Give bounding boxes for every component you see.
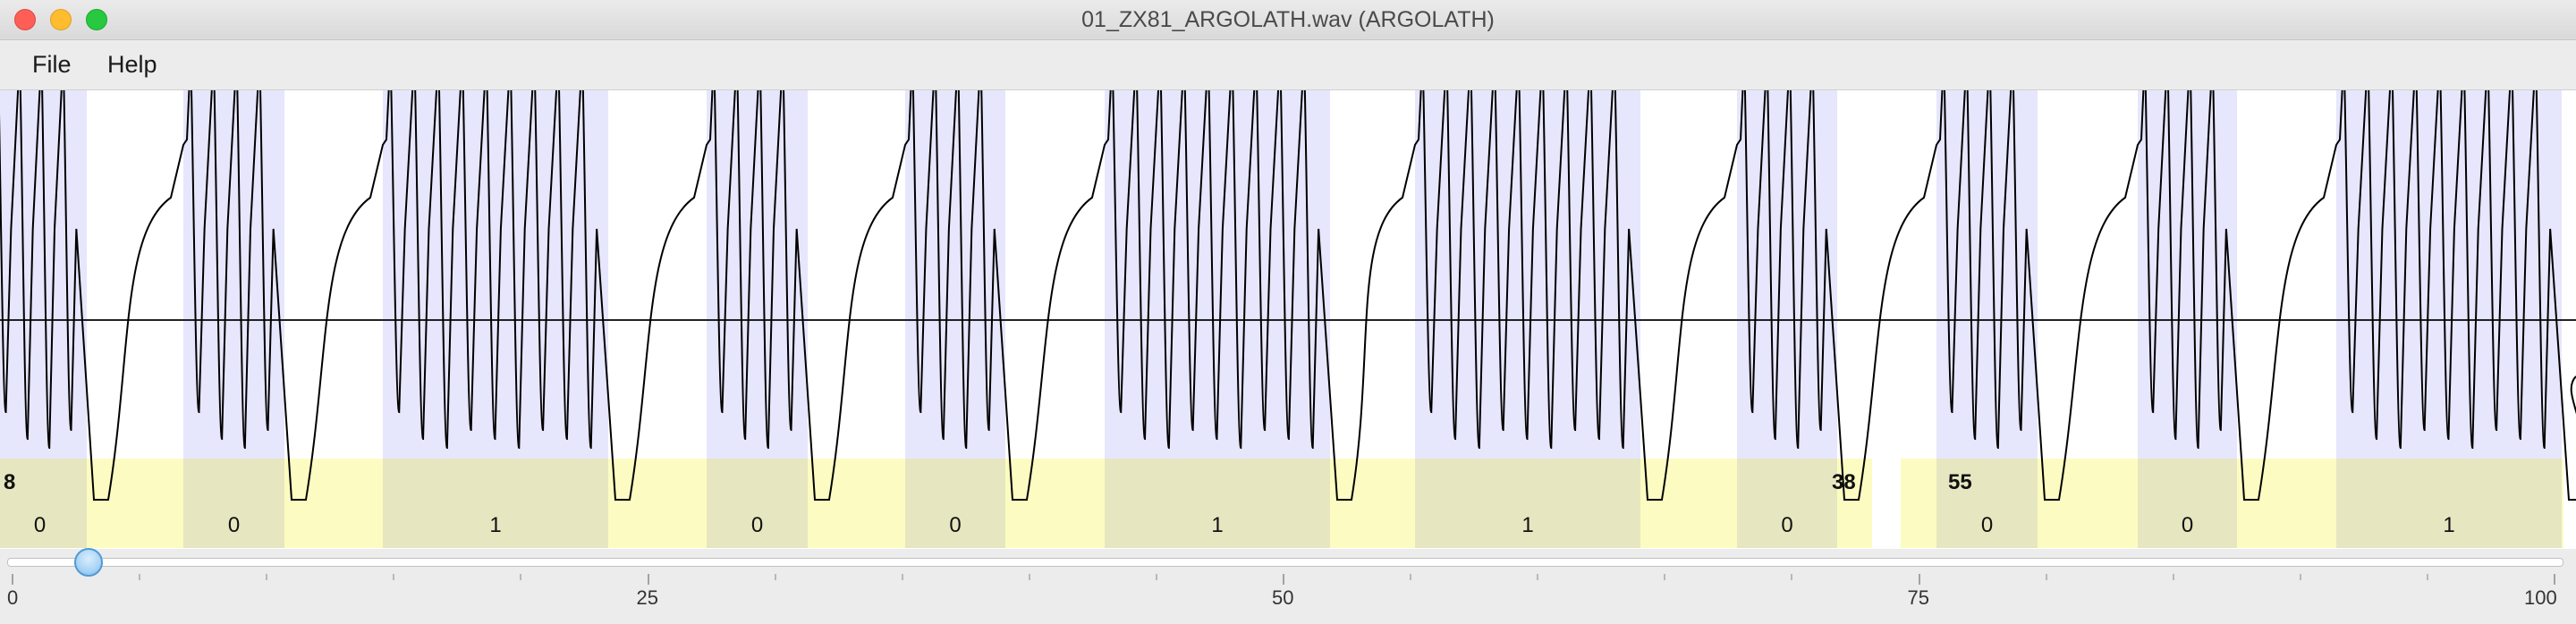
minor-tick (2045, 574, 2047, 580)
bit-value-label: 0 (2182, 513, 2193, 537)
minor-tick (520, 574, 522, 580)
major-tick (12, 574, 13, 585)
menu-file[interactable]: File (32, 40, 72, 89)
minor-tick (901, 574, 903, 580)
bit-value-label: 0 (1981, 513, 1993, 537)
minor-tick (393, 574, 395, 580)
waveform-view[interactable]: 0 0 1 0 0 1 1 0 0 0 1 8 38 55 (0, 90, 2576, 549)
bit-value-label: 1 (489, 513, 501, 537)
slider-tick-label: 100 (2524, 586, 2557, 609)
minor-tick (1028, 574, 1030, 580)
timeline-slider-track[interactable] (7, 558, 2563, 567)
minor-tick (1155, 574, 1157, 580)
window-title: 01_ZX81_ARGOLATH.wav (ARGOLATH) (1081, 7, 1495, 32)
major-tick (1918, 574, 1920, 585)
slider-tick-label: 75 (1907, 586, 1929, 609)
bit-value-label: 0 (949, 513, 961, 537)
bit-value-label: 0 (751, 513, 763, 537)
bit-value-label: 1 (1521, 513, 1533, 537)
minor-tick (1791, 574, 1793, 580)
minor-tick (139, 574, 141, 580)
byte-value-label: 55 (1948, 470, 1972, 494)
byte-value-label: 8 (4, 470, 15, 494)
menu-help[interactable]: Help (107, 40, 157, 89)
minor-tick (2172, 574, 2174, 580)
bit-value-label: 0 (34, 513, 46, 537)
bit-value-label: 1 (1211, 513, 1223, 537)
slider-tick-label: 0 (7, 586, 19, 609)
major-tick (647, 574, 649, 585)
bit-value-label: 1 (2443, 513, 2454, 537)
timeline-slider-knob[interactable] (74, 548, 104, 577)
major-tick (1283, 574, 1284, 585)
menu-bar: File Help (0, 40, 2576, 90)
minor-tick (774, 574, 776, 580)
minor-tick (2426, 574, 2428, 580)
minor-tick (1664, 574, 1666, 580)
slider-tick-label: 50 (1272, 586, 1294, 609)
bit-value-label: 0 (228, 513, 240, 537)
minor-tick (266, 574, 268, 580)
minor-tick (1537, 574, 1539, 580)
bit-value-label: 0 (1781, 513, 1792, 537)
major-tick (2554, 574, 2555, 585)
minor-tick (1410, 574, 1412, 580)
title-bar: 01_ZX81_ARGOLATH.wav (ARGOLATH) (0, 0, 2576, 40)
slider-tick-label: 25 (636, 586, 658, 609)
minor-tick (2299, 574, 2301, 580)
